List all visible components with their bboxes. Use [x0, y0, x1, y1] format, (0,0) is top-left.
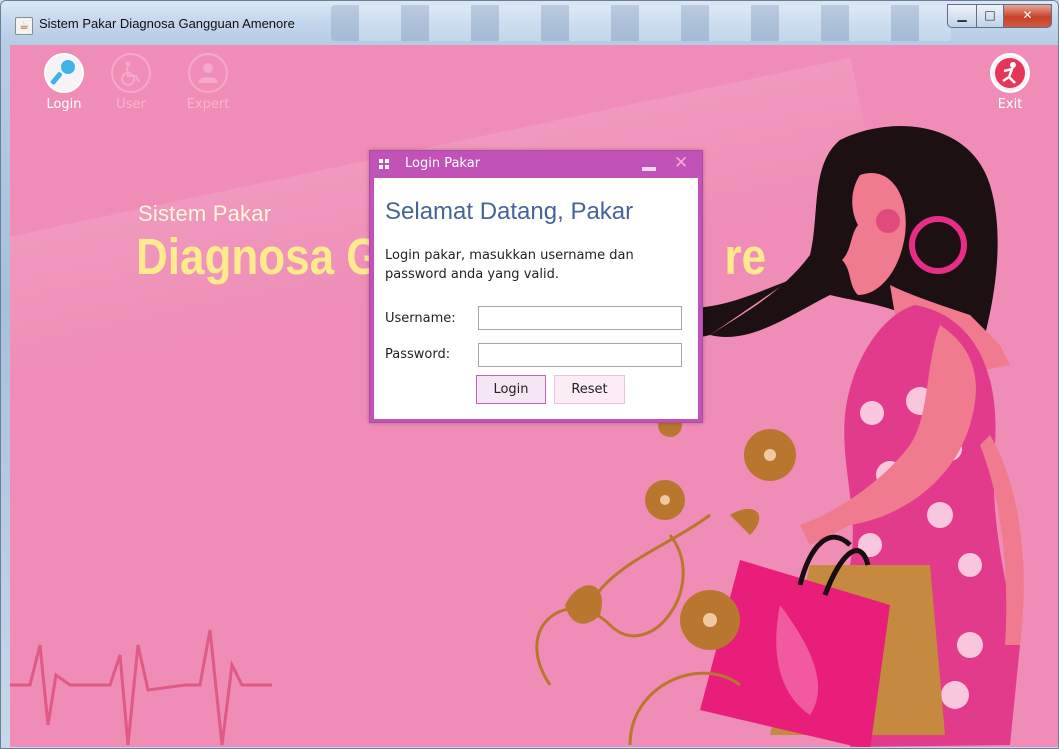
wheelchair-icon: [111, 53, 151, 93]
login-description: Login pakar, masukkan username dan passw…: [385, 248, 634, 282]
titlebar-background: [331, 5, 951, 41]
minimize-icon: ▁: [957, 8, 967, 22]
welcome-heading: Selamat Datang, Pakar: [385, 198, 634, 225]
password-label: Password:: [385, 347, 451, 362]
close-button[interactable]: ✕: [1003, 4, 1052, 28]
heartbeat-line-icon: [10, 629, 272, 746]
close-icon: ✕: [1022, 8, 1033, 22]
hero-title-left: Diagnosa G: [136, 229, 381, 286]
username-input[interactable]: [478, 306, 682, 330]
reset-button[interactable]: Reset: [554, 375, 625, 404]
toolbar-login-label: Login: [46, 97, 82, 112]
login-dialog: Login Pakar ✕ Selamat Datang, Pakar Logi…: [369, 150, 703, 423]
toolbar-login-button[interactable]: Login: [34, 53, 94, 112]
toolbar-expert-button[interactable]: Expert: [178, 53, 238, 112]
exit-runner-icon: [990, 53, 1030, 93]
window-title: Sistem Pakar Diagnosa Gangguan Amenore: [39, 16, 295, 31]
hero-subtitle: Sistem Pakar: [138, 201, 272, 226]
microphone-icon: [44, 53, 84, 93]
toolbar-user-button[interactable]: User: [101, 53, 161, 112]
dialog-body: Selamat Datang, Pakar Login pakar, masuk…: [374, 178, 698, 419]
maximize-icon: □: [984, 8, 996, 22]
dialog-titlebar[interactable]: Login Pakar ✕: [370, 151, 702, 177]
dialog-close-icon[interactable]: ✕: [674, 152, 688, 174]
password-input[interactable]: [478, 343, 682, 367]
minimize-button[interactable]: ▁: [947, 4, 977, 28]
java-icon: ☕: [15, 17, 33, 35]
dialog-title: Login Pakar: [405, 156, 481, 171]
toolbar-exit-button[interactable]: Exit: [980, 53, 1040, 112]
toolbar-user-label: User: [116, 97, 146, 112]
login-button[interactable]: Login: [476, 375, 546, 404]
username-label: Username:: [385, 311, 456, 326]
dialog-minimize-icon[interactable]: [642, 167, 656, 171]
window-titlebar[interactable]: ☕ Sistem Pakar Diagnosa Gangguan Amenore…: [1, 1, 1058, 45]
toolbar-expert-label: Expert: [186, 97, 230, 112]
maximize-button[interactable]: □: [976, 4, 1004, 28]
toolbar-exit-label: Exit: [997, 97, 1023, 112]
person-icon: [188, 53, 228, 93]
windows-logo-icon: [379, 159, 389, 169]
app-window: ☕ Sistem Pakar Diagnosa Gangguan Amenore…: [0, 0, 1059, 749]
hero-title-right: re: [724, 229, 767, 286]
